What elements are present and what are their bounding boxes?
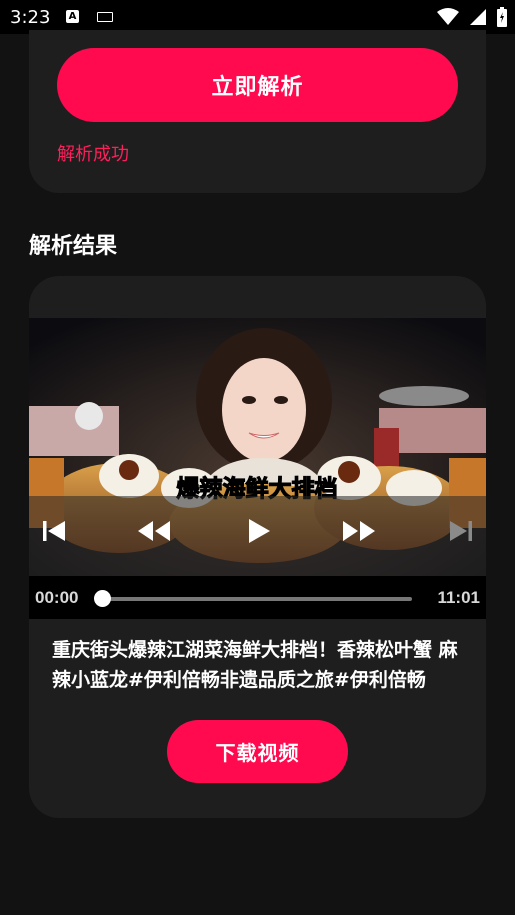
skip-next-icon [450, 521, 472, 541]
video-player[interactable]: 爆辣海鲜大排档 00:00 11:01 [29, 318, 486, 619]
download-video-button[interactable]: 下载视频 [167, 720, 348, 783]
battery-icon [497, 7, 507, 27]
fast-forward-icon[interactable] [342, 518, 376, 544]
status-time: 3:23 [10, 7, 51, 28]
player-controls [29, 496, 486, 576]
current-time: 00:00 [35, 588, 79, 607]
play-icon[interactable] [247, 518, 271, 544]
skip-previous-icon[interactable] [41, 518, 67, 544]
rewind-icon[interactable] [137, 518, 171, 544]
section-title-results: 解析结果 [29, 234, 118, 259]
keyboard-icon [97, 12, 113, 22]
result-card: 爆辣海鲜大排档 00:00 11:01 重庆街头爆辣江湖菜海鲜大排档！香辣松叶蟹… [29, 276, 486, 818]
status-bar: 3:23 A [0, 0, 515, 34]
seek-thumb[interactable] [94, 590, 111, 607]
signal-icon [470, 9, 486, 25]
seek-bar[interactable] [99, 597, 412, 601]
parse-status-text: 解析成功 [57, 144, 129, 165]
parse-now-button[interactable]: 立即解析 [57, 48, 458, 122]
progress-bar-row: 00:00 11:01 [29, 576, 486, 619]
video-title: 重庆街头爆辣江湖菜海鲜大排档！香辣松叶蟹 麻辣小蓝龙#伊利倍畅非遗品质之旅#伊利… [52, 639, 458, 691]
wifi-icon [437, 8, 459, 25]
accessibility-a-icon: A [66, 10, 79, 23]
total-duration: 11:01 [437, 588, 480, 607]
status-icons [437, 7, 507, 27]
